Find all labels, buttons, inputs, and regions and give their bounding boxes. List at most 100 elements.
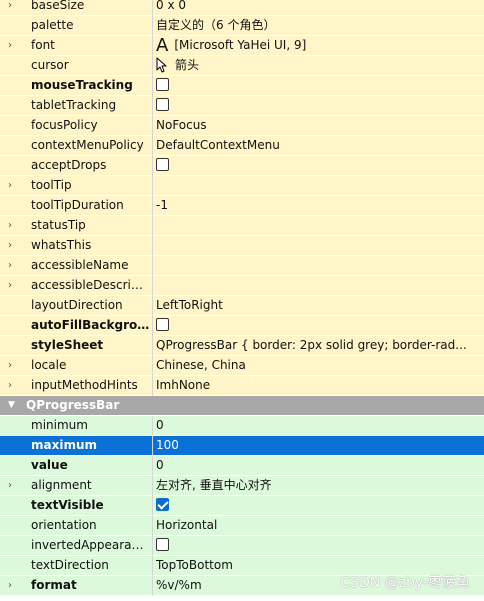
property-name: contextMenuPolicy: [31, 138, 144, 152]
unchecked-checkbox[interactable]: [156, 318, 169, 331]
expand-arrow-icon[interactable]: ›: [8, 216, 12, 235]
column-divider: [152, 216, 153, 236]
expand-arrow-icon[interactable]: ›: [8, 276, 12, 295]
property-row-palette[interactable]: palette 自定义的（6 个角色）: [0, 16, 484, 36]
property-row-minimum[interactable]: minimum 0: [0, 416, 484, 436]
property-value[interactable]: [156, 176, 482, 195]
property-value[interactable]: [156, 276, 482, 295]
property-row-value[interactable]: value 0: [0, 456, 484, 476]
expand-arrow-icon[interactable]: ›: [8, 376, 12, 395]
expand-arrow-icon[interactable]: ›: [8, 256, 12, 275]
column-divider: [152, 556, 153, 576]
property-value[interactable]: [156, 216, 482, 235]
property-value[interactable]: ImhNone: [156, 376, 482, 395]
unchecked-checkbox[interactable]: [156, 98, 169, 111]
column-divider: [152, 576, 153, 596]
property-row-font[interactable]: › font A [Microsoft YaHei UI, 9]: [0, 36, 484, 56]
column-divider: [152, 116, 153, 136]
expand-arrow-icon[interactable]: ›: [8, 356, 12, 375]
expand-arrow-icon[interactable]: ›: [8, 576, 12, 595]
property-row-layout-direction[interactable]: layoutDirection LeftToRight: [0, 296, 484, 316]
property-value[interactable]: -1: [156, 196, 482, 215]
property-name: textDirection: [31, 558, 109, 572]
property-value[interactable]: 0 x 0: [156, 0, 482, 15]
expand-arrow-icon[interactable]: ›: [8, 0, 12, 15]
property-name: focusPolicy: [31, 118, 98, 132]
watermark: CSDN @zby-枣菠鱼: [340, 575, 470, 591]
property-value[interactable]: [156, 536, 482, 555]
expand-arrow-icon[interactable]: ›: [8, 176, 12, 195]
property-row-mouse-tracking[interactable]: mouseTracking: [0, 76, 484, 96]
property-value[interactable]: [156, 76, 482, 95]
property-row-context-menu-policy[interactable]: contextMenuPolicy DefaultContextMenu: [0, 136, 484, 156]
property-value[interactable]: [156, 236, 482, 255]
property-name: styleSheet: [31, 338, 104, 352]
column-divider: [152, 76, 153, 96]
column-divider: [152, 416, 153, 436]
property-row-locale[interactable]: › locale Chinese, China: [0, 356, 484, 376]
property-name: cursor: [31, 58, 69, 72]
font-icon: A: [156, 36, 169, 55]
property-row-input-method-hints[interactable]: › inputMethodHints ImhNone: [0, 376, 484, 396]
property-value[interactable]: LeftToRight: [156, 296, 482, 315]
property-row-maximum[interactable]: maximum 100: [0, 436, 484, 456]
property-row-style-sheet[interactable]: styleSheet QProgressBar { border: 2px sol…: [0, 336, 484, 356]
property-value[interactable]: DefaultContextMenu: [156, 136, 482, 155]
unchecked-checkbox[interactable]: [156, 538, 169, 551]
property-row-cursor[interactable]: cursor 箭头: [0, 56, 484, 76]
property-name: toolTipDuration: [31, 198, 124, 212]
property-name: acceptDrops: [31, 158, 107, 172]
property-value[interactable]: 自定义的（6 个角色）: [156, 16, 482, 35]
expand-arrow-icon[interactable]: ›: [8, 476, 12, 495]
property-row-accessible-descript[interactable]: › accessibleDescript...: [0, 276, 484, 296]
property-row-auto-fill-backgrou[interactable]: autoFillBackgrou...: [0, 316, 484, 336]
property-row-accept-drops[interactable]: acceptDrops: [0, 156, 484, 176]
expand-arrow-icon[interactable]: ›: [8, 36, 12, 55]
unchecked-checkbox[interactable]: [156, 78, 169, 91]
column-divider: [152, 336, 153, 356]
property-value[interactable]: NoFocus: [156, 116, 482, 135]
property-row-whats-this[interactable]: › whatsThis: [0, 236, 484, 256]
property-row-text-visible[interactable]: textVisible: [0, 496, 484, 516]
property-value[interactable]: QProgressBar { border: 2px solid grey; b…: [156, 336, 482, 355]
column-divider: [152, 476, 153, 496]
property-name: statusTip: [31, 218, 86, 232]
unchecked-checkbox[interactable]: [156, 158, 169, 171]
property-value[interactable]: 箭头: [156, 56, 482, 75]
property-value[interactable]: 0: [156, 416, 482, 435]
property-value[interactable]: Horizontal: [156, 516, 482, 535]
property-value[interactable]: 100: [156, 436, 482, 455]
property-value[interactable]: [156, 496, 482, 515]
property-row-focus-policy[interactable]: focusPolicy NoFocus: [0, 116, 484, 136]
property-row-accessible-name[interactable]: › accessibleName: [0, 256, 484, 276]
column-divider: [152, 196, 153, 216]
property-row-tool-tip-duration[interactable]: toolTipDuration -1: [0, 196, 484, 216]
property-name: layoutDirection: [31, 298, 123, 312]
collapse-arrow-icon[interactable]: ▼: [8, 396, 15, 415]
property-name: inputMethodHints: [31, 378, 138, 392]
property-name: value: [31, 458, 68, 472]
column-divider: [152, 516, 153, 536]
property-value[interactable]: [156, 96, 482, 115]
property-row-orientation[interactable]: orientation Horizontal: [0, 516, 484, 536]
property-value[interactable]: [156, 256, 482, 275]
property-row-base-size[interactable]: › baseSize 0 x 0: [0, 0, 484, 16]
column-divider: [152, 156, 153, 176]
section-header-qprogressbar[interactable]: ▼ QProgressBar: [0, 396, 484, 416]
property-row-alignment[interactable]: › alignment 左对齐, 垂直中心对齐: [0, 476, 484, 496]
property-row-tool-tip[interactable]: › toolTip: [0, 176, 484, 196]
checked-checkbox[interactable]: [156, 498, 169, 511]
property-value[interactable]: 0: [156, 456, 482, 475]
column-divider: [152, 496, 153, 516]
property-value[interactable]: [156, 316, 482, 335]
property-row-tablet-tracking[interactable]: tabletTracking: [0, 96, 484, 116]
property-name: tabletTracking: [31, 98, 117, 112]
property-value[interactable]: A [Microsoft YaHei UI, 9]: [156, 36, 482, 55]
property-value[interactable]: Chinese, China: [156, 356, 482, 375]
property-row-status-tip[interactable]: › statusTip: [0, 216, 484, 236]
expand-arrow-icon[interactable]: ›: [8, 236, 12, 255]
property-value-text: [Microsoft YaHei UI, 9]: [174, 38, 307, 52]
property-value[interactable]: 左对齐, 垂直中心对齐: [156, 476, 482, 495]
property-value[interactable]: [156, 156, 482, 175]
property-row-inverted-appearance[interactable]: invertedAppearance: [0, 536, 484, 556]
